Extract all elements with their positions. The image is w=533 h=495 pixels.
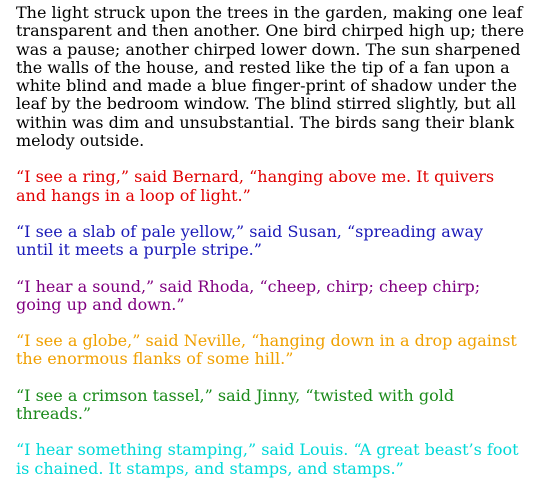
intro-paragraph: The light struck upon the trees in the g… xyxy=(16,3,525,151)
jinny-line: “I see a crimson tassel,” said Jinny, “t… xyxy=(16,385,455,424)
bernard-line: “I see a ring,” said Bernard, “hanging a… xyxy=(16,167,495,205)
louis-line: “I hear something stamping,” said Louis.… xyxy=(16,440,519,478)
neville-line: “I see a globe,” said Neville, “hanging … xyxy=(16,331,517,369)
document-page: The light struck upon the trees in the g… xyxy=(0,0,533,495)
susan-line: “I see a slab of pale yellow,” said Susa… xyxy=(16,221,484,260)
rhoda-line: “I hear a sound,” said Rhoda, “cheep, ch… xyxy=(16,276,481,314)
